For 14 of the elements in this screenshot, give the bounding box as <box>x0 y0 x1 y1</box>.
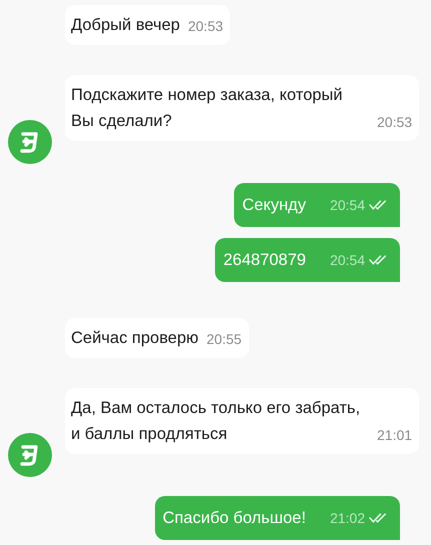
message-text: Добрый вечер <box>71 15 180 36</box>
message-time: 20:54 <box>330 196 365 215</box>
message-time: 20:53 <box>377 113 412 132</box>
message-time: 20:54 <box>330 251 365 270</box>
message-text: 264870879 <box>223 250 306 271</box>
message-text: Секунду <box>242 195 306 216</box>
message-text: Сейчас проверю <box>71 328 199 349</box>
message-time: 21:02 <box>330 509 365 528</box>
message-text: Да, Вам осталось только его забрать, и баллы продляться <box>71 398 362 445</box>
message-time: 21:01 <box>377 426 412 445</box>
message-time: 20:55 <box>206 330 242 349</box>
message-text: Подскажите номер заказа, который Вы сделали? <box>71 85 344 132</box>
message-text: Спасибо большое! <box>162 508 306 529</box>
message-time: 20:53 <box>188 17 224 36</box>
